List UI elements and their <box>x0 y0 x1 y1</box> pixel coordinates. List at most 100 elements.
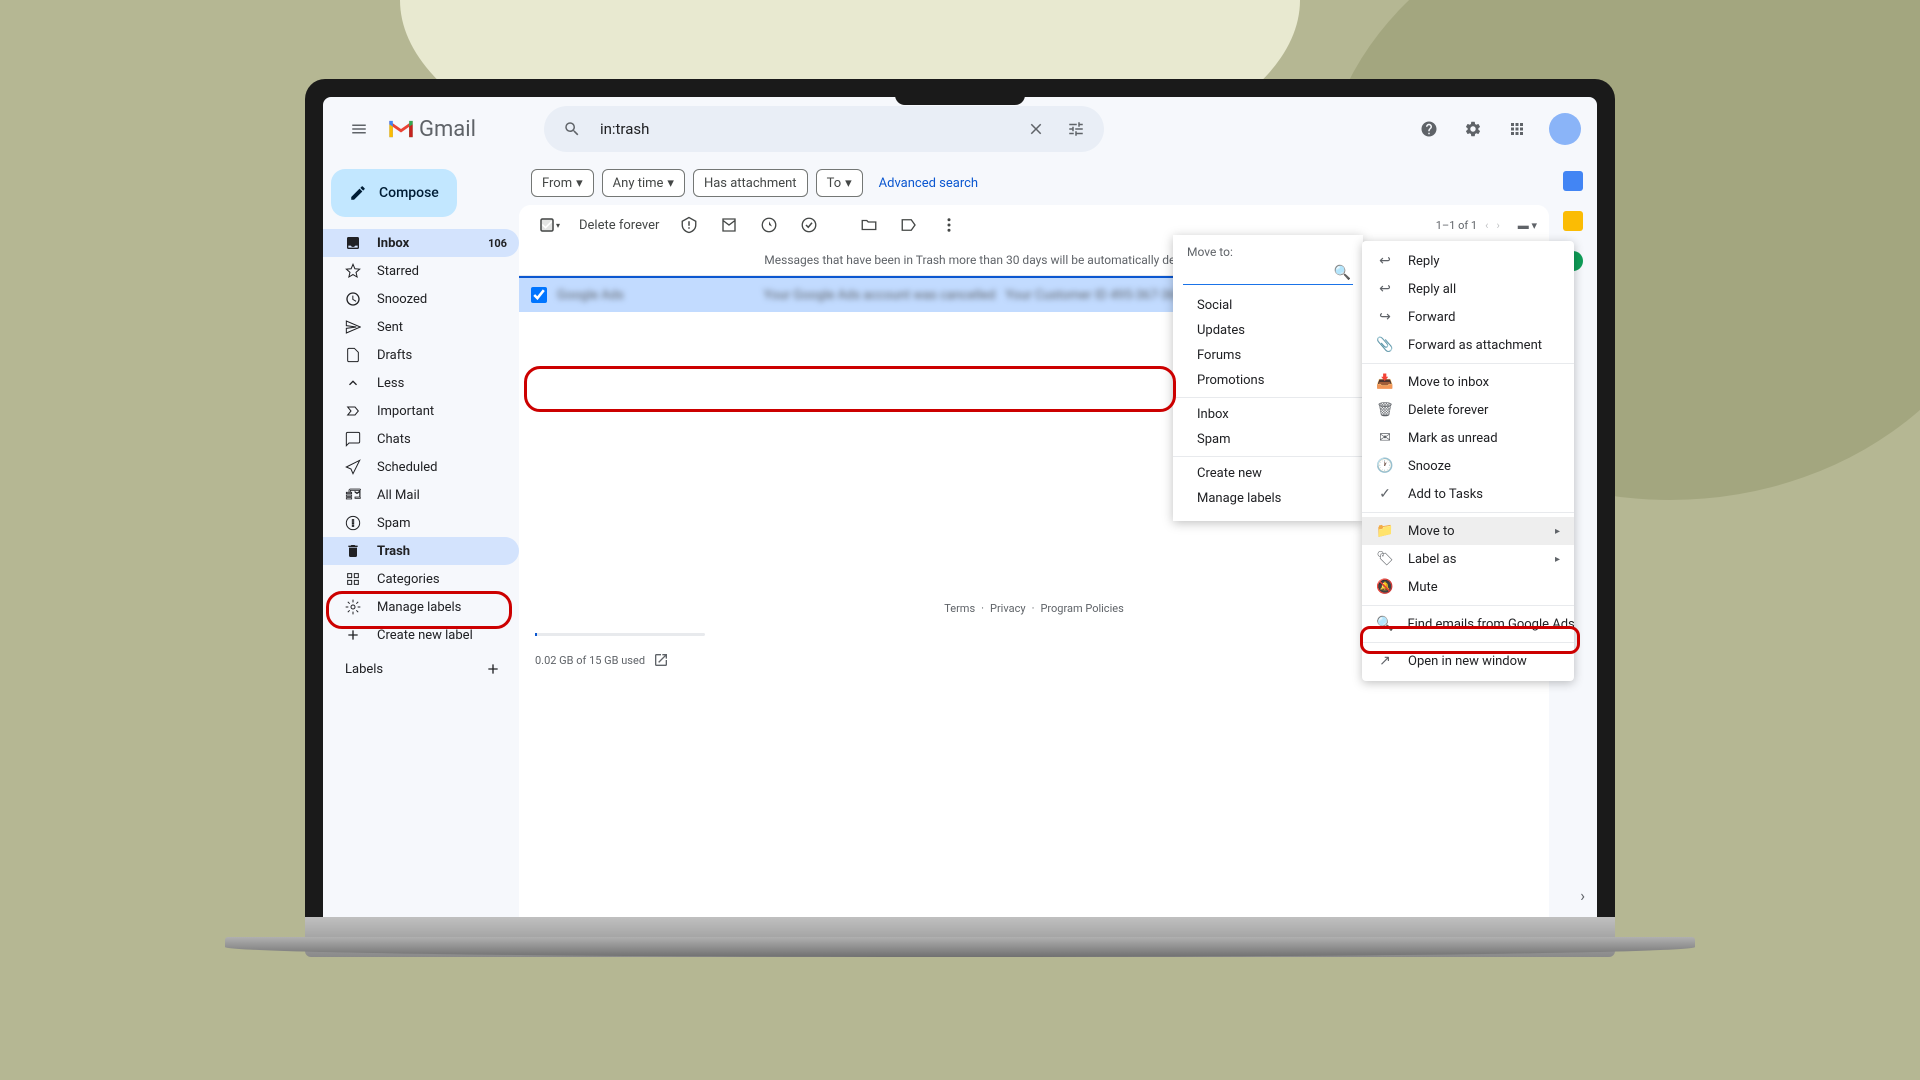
filter-hasattachment[interactable]: Has attachment <box>693 169 808 197</box>
storage-text: 0.02 GB of 15 GB used <box>535 654 645 667</box>
moveto-item-spam[interactable]: Spam <box>1173 427 1363 452</box>
sidebar-item-trash[interactable]: Trash <box>323 537 519 565</box>
chevron-right-icon: ▸ <box>1555 526 1560 537</box>
moveto-item-updates[interactable]: Updates <box>1173 318 1363 343</box>
ctx-forwardattach[interactable]: 📎Forward as attachment <box>1362 331 1574 359</box>
privacy-link[interactable]: Privacy <box>990 602 1026 615</box>
chevron-down-icon: ▾ <box>556 221 560 230</box>
terms-link[interactable]: Terms <box>944 602 975 615</box>
search-button[interactable] <box>552 109 592 149</box>
main-menu-button[interactable] <box>339 109 379 149</box>
ctx-moveto[interactable]: 📁Move to▸ <box>1362 517 1574 545</box>
calendar-app-icon[interactable] <box>1563 171 1583 191</box>
ctx-markunread[interactable]: ✉Mark as unread <box>1362 424 1574 452</box>
ctx-deleteforever[interactable]: 🗑Delete forever <box>1362 396 1574 424</box>
next-page-button[interactable]: › <box>1496 219 1499 232</box>
expand-panel-button[interactable]: › <box>1580 886 1585 905</box>
ctx-labelas[interactable]: 🏷Label as▸ <box>1362 545 1574 573</box>
clear-search-button[interactable] <box>1016 109 1056 149</box>
compose-button[interactable]: Compose <box>331 169 457 217</box>
label-icon: 🏷 <box>1376 551 1394 567</box>
policies-link[interactable]: Program Policies <box>1040 602 1123 615</box>
inbox-icon: 📥 <box>1376 374 1394 390</box>
ctx-findemails[interactable]: 🔍Find emails from Google Ads <box>1362 610 1574 638</box>
filter-from[interactable]: From ▾ <box>531 169 594 197</box>
sidebar-item-important[interactable]: Important <box>323 397 519 425</box>
sidebar-item-categories[interactable]: Categories <box>323 565 519 593</box>
sidebar-item-drafts[interactable]: Drafts <box>323 341 519 369</box>
ctx-addtasks[interactable]: ✓Add to Tasks <box>1362 480 1574 508</box>
moveto-item-inbox[interactable]: Inbox <box>1173 402 1363 427</box>
mail-icon: ✉ <box>1376 430 1394 446</box>
ctx-moveinbox[interactable]: 📥Move to inbox <box>1362 368 1574 396</box>
support-button[interactable] <box>1409 109 1449 149</box>
sidebar-item-createlabel[interactable]: Create new label <box>323 621 519 649</box>
filter-to[interactable]: To ▾ <box>816 169 863 197</box>
more-vert-icon <box>940 216 958 234</box>
sidebar-item-starred[interactable]: Starred <box>323 257 519 285</box>
sidebar-item-sent[interactable]: Sent <box>323 313 519 341</box>
ctx-snooze[interactable]: 🕐Snooze <box>1362 452 1574 480</box>
ctx-mute[interactable]: 🔕Mute <box>1362 573 1574 601</box>
email-subject: Your Google Ads account was cancelled <box>764 288 996 303</box>
moveto-item-managelabels[interactable]: Manage labels <box>1173 486 1363 511</box>
filter-row: From ▾ Any time ▾ Has attachment To ▾ Ad… <box>519 161 1597 205</box>
gmail-logo-icon <box>387 118 415 140</box>
label-icon <box>900 216 918 234</box>
sidebar-item-allmail[interactable]: All Mail <box>323 481 519 509</box>
sidebar-item-managelabels[interactable]: Manage labels <box>323 593 519 621</box>
email-checkbox[interactable] <box>531 287 547 303</box>
labels-button[interactable] <box>891 207 927 243</box>
draft-icon <box>345 347 361 363</box>
chat-icon <box>345 431 361 447</box>
select-all-checkbox[interactable]: ▾ <box>531 207 567 243</box>
sidebar-item-spam[interactable]: Spam <box>323 509 519 537</box>
moveto-item-promotions[interactable]: Promotions <box>1173 368 1363 393</box>
ctx-reply[interactable]: ↩Reply <box>1362 247 1574 275</box>
laptop-notch <box>895 79 1025 105</box>
clock-icon <box>760 216 778 234</box>
add-tasks-button[interactable] <box>791 207 827 243</box>
moveto-search-input[interactable] <box>1183 265 1353 285</box>
ctx-forward[interactable]: ↪Forward <box>1362 303 1574 331</box>
moveto-item-forums[interactable]: Forums <box>1173 343 1363 368</box>
apps-button[interactable] <box>1497 109 1537 149</box>
sidebar-item-scheduled[interactable]: Scheduled <box>323 453 519 481</box>
sidebar-item-snoozed[interactable]: Snoozed <box>323 285 519 313</box>
keep-app-icon[interactable] <box>1563 211 1583 231</box>
report-spam-button[interactable] <box>671 207 707 243</box>
open-external-icon[interactable] <box>653 652 669 668</box>
content-area: From ▾ Any time ▾ Has attachment To ▾ Ad… <box>519 161 1597 917</box>
clock-icon <box>345 291 361 307</box>
plus-icon[interactable] <box>485 661 501 677</box>
help-icon <box>1420 120 1438 138</box>
gmail-logo[interactable]: Gmail <box>387 117 476 142</box>
spam-icon <box>345 515 361 531</box>
mark-unread-button[interactable] <box>711 207 747 243</box>
sidebar-item-chats[interactable]: Chats <box>323 425 519 453</box>
replyall-icon: ↩ <box>1376 281 1394 297</box>
moveto-item-createnew[interactable]: Create new <box>1173 461 1363 486</box>
delete-forever-button[interactable]: Delete forever <box>571 218 667 233</box>
more-button[interactable] <box>931 207 967 243</box>
attachment-icon: 📎 <box>1376 337 1394 353</box>
advanced-search-link[interactable]: Advanced search <box>879 176 978 191</box>
density-button[interactable]: ▬ ▾ <box>1518 219 1537 232</box>
ctx-opennew[interactable]: ↗Open in new window <box>1362 647 1574 675</box>
pagination-text: 1–1 of 1 <box>1436 219 1477 232</box>
snooze-button[interactable] <box>751 207 787 243</box>
compose-label: Compose <box>379 185 439 201</box>
prev-page-button[interactable]: ‹ <box>1485 219 1488 232</box>
search-input[interactable] <box>592 120 1016 138</box>
sidebar-item-inbox[interactable]: Inbox106 <box>323 229 519 257</box>
filter-anytime[interactable]: Any time ▾ <box>602 169 685 197</box>
moveto-item-social[interactable]: Social <box>1173 293 1363 318</box>
chevron-down-icon: ▾ <box>845 176 852 191</box>
star-icon <box>345 263 361 279</box>
sidebar-item-less[interactable]: Less <box>323 369 519 397</box>
move-to-button[interactable] <box>851 207 887 243</box>
account-avatar[interactable] <box>1549 113 1581 145</box>
settings-button[interactable] <box>1453 109 1493 149</box>
search-options-button[interactable] <box>1056 109 1096 149</box>
ctx-replyall[interactable]: ↩Reply all <box>1362 275 1574 303</box>
